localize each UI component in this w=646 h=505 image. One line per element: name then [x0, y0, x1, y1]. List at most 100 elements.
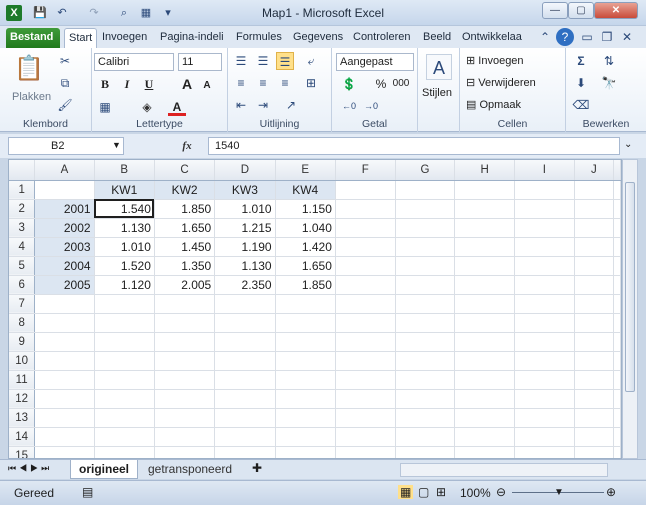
- insert-cells-button[interactable]: ⊞ Invoegen: [466, 52, 524, 70]
- cell-overflow[interactable]: [613, 294, 621, 314]
- cell-b15[interactable]: [94, 446, 155, 458]
- cell-d13[interactable]: [214, 408, 276, 428]
- row-header[interactable]: 8: [9, 313, 36, 333]
- cell-j9[interactable]: [574, 332, 615, 352]
- cell-g4[interactable]: [395, 237, 456, 257]
- cut-icon[interactable]: ✂: [56, 52, 74, 70]
- cell-d7[interactable]: [214, 294, 276, 314]
- cell-j15[interactable]: [574, 446, 615, 458]
- cell-b1[interactable]: KW1: [94, 180, 155, 200]
- cell-e9[interactable]: [275, 332, 336, 352]
- cell-f1[interactable]: [335, 180, 396, 200]
- cell-h14[interactable]: [454, 427, 516, 447]
- select-all-corner[interactable]: [9, 160, 36, 181]
- row-header[interactable]: 5: [9, 256, 36, 276]
- cell-overflow[interactable]: [613, 218, 621, 238]
- cell-overflow[interactable]: [613, 275, 621, 295]
- cell-c12[interactable]: [154, 389, 216, 409]
- cell-i8[interactable]: [514, 313, 575, 333]
- tab-gegevens[interactable]: Gegevens: [289, 28, 347, 48]
- cell-h8[interactable]: [454, 313, 516, 333]
- font-color-icon[interactable]: A: [168, 98, 186, 116]
- sort-filter-icon[interactable]: ⇅: [600, 52, 618, 70]
- cell-h4[interactable]: [454, 237, 516, 257]
- cell-j3[interactable]: [574, 218, 615, 238]
- cell-d10[interactable]: [214, 351, 276, 371]
- cell-g2[interactable]: [395, 199, 456, 219]
- tab-controleren[interactable]: Controleren: [349, 28, 414, 48]
- cell-b12[interactable]: [94, 389, 155, 409]
- paste-button[interactable]: Plakken: [12, 88, 51, 106]
- cell-e13[interactable]: [275, 408, 336, 428]
- cell-b5[interactable]: 1.520: [94, 256, 155, 276]
- column-header-a[interactable]: A: [34, 160, 95, 181]
- cell-c7[interactable]: [154, 294, 216, 314]
- cell-f10[interactable]: [335, 351, 396, 371]
- cell-overflow[interactable]: [613, 389, 621, 409]
- underline-button[interactable]: U: [140, 75, 158, 93]
- cell-f13[interactable]: [335, 408, 396, 428]
- format-cells-button[interactable]: ▤ Opmaak: [466, 96, 521, 114]
- cell-b2[interactable]: 1.540: [94, 199, 155, 219]
- cell-i11[interactable]: [514, 370, 575, 390]
- cell-d11[interactable]: [214, 370, 276, 390]
- cell-e2[interactable]: 1.150: [275, 199, 336, 219]
- cell-a8[interactable]: [34, 313, 95, 333]
- cell-j13[interactable]: [574, 408, 615, 428]
- paste-icon[interactable]: 📋: [14, 54, 44, 84]
- font-name-dropdown[interactable]: Calibri: [94, 53, 174, 71]
- cell-a15[interactable]: [34, 446, 95, 458]
- cell-f2[interactable]: [335, 199, 396, 219]
- cell-h15[interactable]: [454, 446, 516, 458]
- cell-h12[interactable]: [454, 389, 516, 409]
- cell-c14[interactable]: [154, 427, 216, 447]
- sheet-tab-origineel[interactable]: origineel: [70, 460, 139, 479]
- page-break-icon[interactable]: ⊞: [436, 485, 446, 499]
- row-header[interactable]: 15: [9, 446, 36, 458]
- cell-e5[interactable]: 1.650: [275, 256, 336, 276]
- cell-h10[interactable]: [454, 351, 516, 371]
- tab-invoegen[interactable]: Invoegen: [98, 28, 151, 48]
- cell-j7[interactable]: [574, 294, 615, 314]
- cell-h11[interactable]: [454, 370, 516, 390]
- cell-g7[interactable]: [395, 294, 456, 314]
- row-header[interactable]: 4: [9, 237, 36, 257]
- cell-a10[interactable]: [34, 351, 95, 371]
- macro-record-icon[interactable]: ▤: [82, 485, 93, 499]
- cell-f12[interactable]: [335, 389, 396, 409]
- align-left-icon[interactable]: ≡: [232, 74, 250, 92]
- close-button[interactable]: ✕: [594, 2, 638, 19]
- cell-f5[interactable]: [335, 256, 396, 276]
- font-size-dropdown[interactable]: 11: [178, 53, 222, 71]
- row-header[interactable]: 10: [9, 351, 36, 371]
- cell-h6[interactable]: [454, 275, 516, 295]
- row-header[interactable]: 12: [9, 389, 36, 409]
- row-header[interactable]: 3: [9, 218, 36, 238]
- cell-overflow[interactable]: [613, 427, 621, 447]
- cell-d6[interactable]: 2.350: [214, 275, 276, 295]
- tab-ontwikkelaars[interactable]: Ontwikkelaa: [458, 28, 526, 48]
- cell-b11[interactable]: [94, 370, 155, 390]
- format-painter-icon[interactable]: 🖌: [56, 96, 74, 114]
- find-select-icon[interactable]: 🔭: [600, 74, 618, 92]
- cell-a11[interactable]: [34, 370, 95, 390]
- cell-c9[interactable]: [154, 332, 216, 352]
- cell-g13[interactable]: [395, 408, 456, 428]
- currency-icon[interactable]: 💲: [340, 75, 358, 93]
- cell-g9[interactable]: [395, 332, 456, 352]
- name-box[interactable]: B2: [8, 137, 124, 155]
- new-sheet-icon[interactable]: ✚: [252, 461, 262, 475]
- cell-d5[interactable]: 1.130: [214, 256, 276, 276]
- cell-a13[interactable]: [34, 408, 95, 428]
- cell-i3[interactable]: [514, 218, 575, 238]
- cell-e8[interactable]: [275, 313, 336, 333]
- cell-i6[interactable]: [514, 275, 575, 295]
- cell-j11[interactable]: [574, 370, 615, 390]
- cell-h1[interactable]: [454, 180, 516, 200]
- cell-g10[interactable]: [395, 351, 456, 371]
- cell-d1[interactable]: KW3: [214, 180, 276, 200]
- increase-indent-icon[interactable]: ⇥: [254, 96, 272, 114]
- insert-function-button[interactable]: fx: [168, 137, 206, 155]
- cell-e12[interactable]: [275, 389, 336, 409]
- cell-d4[interactable]: 1.190: [214, 237, 276, 257]
